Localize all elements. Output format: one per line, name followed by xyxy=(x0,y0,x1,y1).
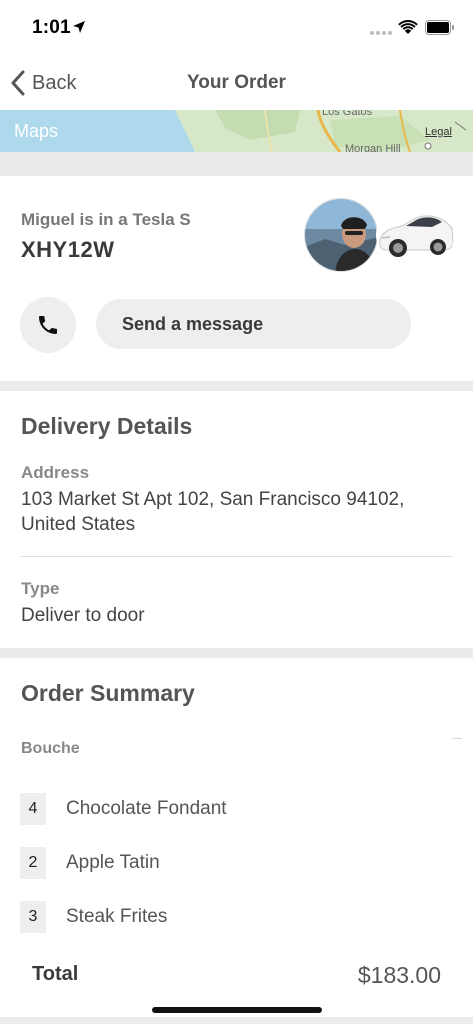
location-arrow-icon xyxy=(73,21,85,33)
item-name: Apple Tatin xyxy=(66,852,160,873)
divider xyxy=(20,556,453,557)
map-label: Los Gatos xyxy=(322,110,373,118)
driver-description: Miguel is in a Tesla S xyxy=(21,210,191,229)
item-name: Chocolate Fondant xyxy=(66,798,227,819)
license-plate: XHY12W xyxy=(21,237,115,262)
divider xyxy=(452,738,462,739)
address-value: 103 Market St Apt 102, San Francisco 941… xyxy=(21,489,405,535)
section-separator xyxy=(0,648,473,658)
total-label: Total xyxy=(32,963,79,985)
type-value: Deliver to door xyxy=(21,605,145,626)
cellular-signal-icon xyxy=(370,31,392,35)
status-bar: 1:01 xyxy=(0,0,473,56)
section-separator xyxy=(0,381,473,391)
section-separator xyxy=(0,1017,473,1024)
address-label: Address xyxy=(21,463,90,482)
order-summary-title: Order Summary xyxy=(21,680,195,706)
total-value: $183.00 xyxy=(357,962,441,988)
navigation-bar: Back Your Order xyxy=(0,56,473,110)
battery-icon xyxy=(425,20,454,35)
home-indicator[interactable] xyxy=(152,1007,322,1013)
order-item: 2 Apple Tatin xyxy=(20,847,440,879)
page-title: Your Order xyxy=(187,72,286,93)
vehicle-image xyxy=(376,198,454,272)
order-item: 4 Chocolate Fondant xyxy=(20,793,440,825)
item-name: Steak Frites xyxy=(66,906,168,927)
status-time: 1:01 xyxy=(32,17,71,38)
map-terrain xyxy=(175,110,473,152)
item-quantity: 2 xyxy=(20,847,46,879)
send-message-button[interactable]: Send a message xyxy=(96,299,411,349)
section-separator xyxy=(0,152,473,176)
phone-icon xyxy=(39,316,57,334)
map-view[interactable]: Maps Los Gatos Morgan Hill Legal xyxy=(0,110,473,152)
wifi-icon xyxy=(398,20,418,34)
map-legal-link[interactable]: Legal xyxy=(425,126,452,138)
driver-card: Miguel is in a Tesla S XHY12W Send a mes xyxy=(0,176,473,381)
type-label: Type xyxy=(21,579,60,598)
order-summary-card: Order Summary Bouche 4 Chocolate Fondant… xyxy=(0,658,473,1014)
driver-avatar xyxy=(304,198,378,272)
map-label: Morgan Hill xyxy=(345,143,401,152)
delivery-details-card: Delivery Details Address 103 Market St A… xyxy=(0,391,473,648)
item-quantity: 4 xyxy=(20,793,46,825)
maps-logo-text: Maps xyxy=(14,121,59,141)
call-driver-button[interactable] xyxy=(20,297,76,353)
apple-maps-logo: Maps xyxy=(13,121,58,142)
restaurant-name: Bouche xyxy=(21,740,80,757)
item-quantity: 3 xyxy=(20,901,46,933)
order-item: 3 Steak Frites xyxy=(20,901,440,933)
delivery-details-title: Delivery Details xyxy=(21,413,193,439)
